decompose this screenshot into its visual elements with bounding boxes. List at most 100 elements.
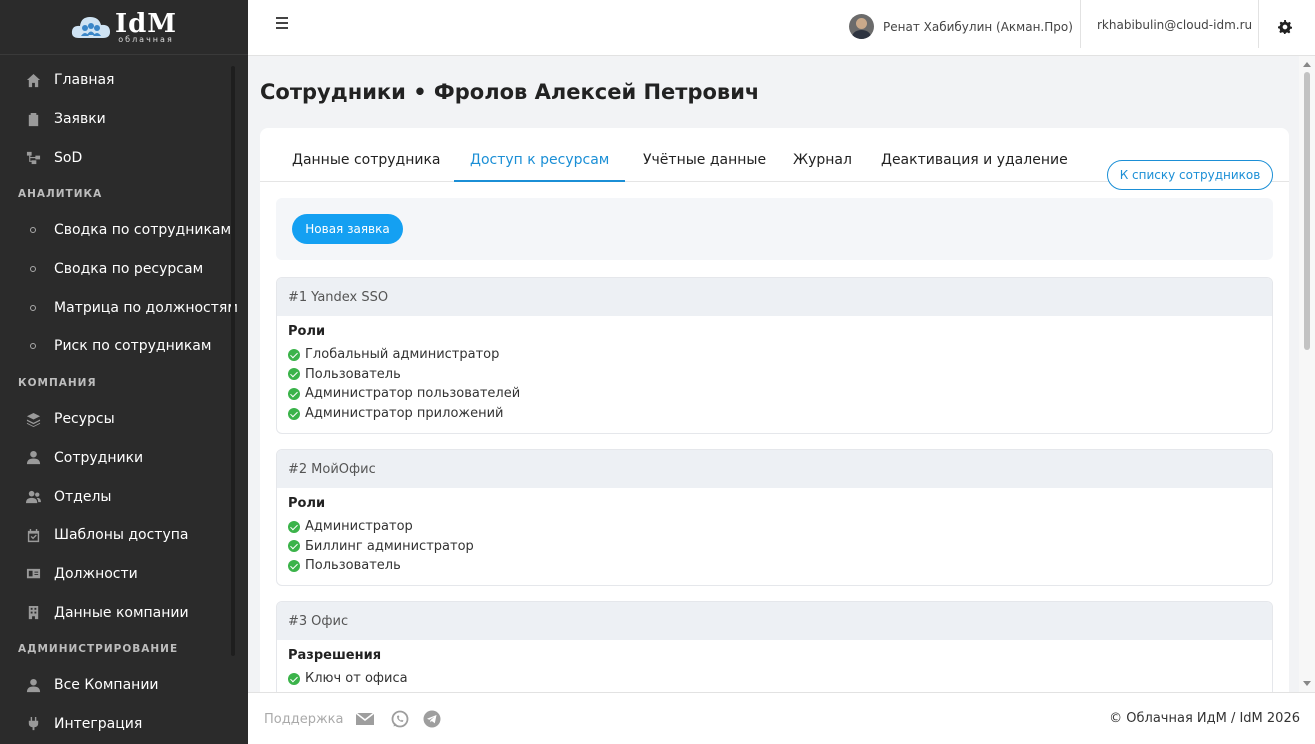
sidebar-item-employee-risk[interactable]: Риск по сотрудникам	[0, 327, 248, 366]
sidebar-item-positions[interactable]: Должности	[0, 555, 248, 594]
copyright: © Облачная ИдМ / IdM 2026	[1109, 711, 1300, 726]
telegram-icon[interactable]	[422, 710, 442, 728]
sidebar-item-employee-summary[interactable]: Сводка по сотрудникам	[0, 211, 248, 250]
role-item: Пользователь	[277, 556, 1272, 576]
role-label: Администратор приложений	[305, 406, 504, 422]
tab-resource-access[interactable]: Доступ к ресурсам	[454, 152, 626, 182]
sidebar-nav: Главная Заявки SoD АНАЛИТИКА Сводка по с…	[0, 55, 248, 743]
role-label: Биллинг администратор	[305, 538, 474, 554]
sidebar-scrollbar[interactable]	[231, 66, 235, 656]
page-scrollbar[interactable]	[1299, 56, 1315, 692]
clipboard-icon	[25, 111, 41, 127]
sidebar-item-label: Ресурсы	[54, 411, 115, 428]
resource-group-title: Роли	[288, 496, 326, 511]
resource-block: #3 Офис Разрешения Ключ от офиса	[276, 601, 1273, 692]
divider	[1080, 0, 1081, 48]
mail-icon[interactable]	[355, 710, 375, 728]
user-name: Ренат Хабибулин (Акман.Про)	[883, 19, 1073, 34]
page-title: Сотрудники • Фролов Алексей Петрович	[260, 80, 760, 104]
scroll-up-icon[interactable]	[1303, 62, 1311, 67]
whatsapp-icon[interactable]	[390, 710, 410, 728]
circle-bullet-icon	[25, 300, 41, 316]
scrollbar-thumb[interactable]	[1304, 72, 1310, 350]
main-content: Сотрудники • Фролов Алексей Петрович Дан…	[248, 56, 1299, 692]
circle-bullet-icon	[25, 338, 41, 354]
id-card-icon	[25, 566, 41, 582]
sidebar-item-requests[interactable]: Заявки	[0, 100, 248, 139]
tab-journal[interactable]: Журнал	[777, 152, 868, 182]
user-menu[interactable]: Ренат Хабибулин (Акман.Про)	[849, 14, 1073, 39]
sidebar-item-resource-summary[interactable]: Сводка по ресурсам	[0, 250, 248, 289]
users-icon	[25, 489, 41, 505]
logo-subtext: облачная	[118, 34, 174, 44]
home-icon	[25, 72, 41, 88]
resource-name: Yandex SSO	[311, 289, 389, 305]
check-circle-icon	[288, 520, 300, 533]
resource-name: МойОфис	[311, 461, 376, 477]
permission-label: Ключ от офиса	[305, 671, 408, 687]
role-label: Пользователь	[305, 366, 401, 382]
tabs: Данные сотрудника Доступ к ресурсам Учёт…	[260, 144, 1289, 190]
section-company: КОМПАНИЯ	[18, 376, 97, 389]
logo-text: IdM	[114, 8, 178, 39]
sidebar-item-integration[interactable]: Интеграция	[0, 705, 248, 744]
new-request-button[interactable]: Новая заявка	[292, 214, 403, 244]
resource-header[interactable]: #3 Офис	[277, 602, 1272, 640]
new-request-panel: Новая заявка	[276, 198, 1273, 260]
cloud-logo-icon	[71, 17, 110, 38]
scroll-down-icon[interactable]	[1303, 681, 1311, 686]
sidebar-item-employees[interactable]: Сотрудники	[0, 439, 248, 478]
sidebar-item-resources[interactable]: Ресурсы	[0, 400, 248, 439]
sidebar-item-company-data[interactable]: Данные компании	[0, 593, 248, 632]
user-email: rkhabibulin@cloud-idm.ru	[1097, 18, 1253, 32]
tab-employee-data[interactable]: Данные сотрудника	[276, 152, 457, 182]
sitemap-icon	[25, 150, 41, 166]
calendar-check-icon	[25, 527, 41, 543]
section-analytics: АНАЛИТИКА	[18, 188, 103, 201]
sidebar-item-label: Риск по сотрудникам	[54, 338, 212, 355]
sidebar-item-label: Все Компании	[54, 677, 159, 694]
sidebar-item-home[interactable]: Главная	[0, 61, 248, 100]
support-label: Поддержка	[264, 712, 344, 727]
role-label: Администратор пользователей	[305, 386, 521, 402]
divider	[1258, 0, 1259, 48]
sidebar-item-position-matrix[interactable]: Матрица по должностям	[0, 288, 248, 327]
check-circle-icon	[288, 348, 300, 361]
sidebar-item-label: Шаблоны доступа	[54, 527, 189, 544]
check-circle-icon	[288, 540, 300, 553]
check-circle-icon	[288, 368, 300, 381]
circle-bullet-icon	[25, 261, 41, 277]
back-to-list-button[interactable]: К списку сотрудников	[1107, 160, 1273, 190]
sidebar-item-label: Сводка по ресурсам	[54, 261, 204, 278]
gear-icon[interactable]	[1278, 20, 1292, 34]
sidebar-item-sod[interactable]: SoD	[0, 138, 248, 177]
resource-number: #1	[288, 289, 308, 305]
sidebar-item-access-templates[interactable]: Шаблоны доступа	[0, 516, 248, 555]
logo[interactable]: IdM облачная	[0, 0, 248, 55]
resource-number: #2	[288, 461, 308, 477]
sidebar-item-departments[interactable]: Отделы	[0, 477, 248, 516]
check-circle-icon	[288, 672, 300, 685]
sidebar-item-all-companies[interactable]: Все Компании	[0, 666, 248, 705]
permission-item: Ключ от офиса	[277, 669, 1272, 689]
role-item: Администратор пользователей	[277, 384, 1272, 404]
resource-block: #1 Yandex SSO Роли Глобальный администра…	[276, 277, 1273, 434]
resource-group-title: Разрешения	[288, 648, 382, 663]
role-item: Администратор приложений	[277, 404, 1272, 424]
role-item: Биллинг администратор	[277, 537, 1272, 557]
sidebar-item-label: Должности	[54, 565, 138, 582]
role-item: Администратор	[277, 517, 1272, 537]
menu-toggle-icon[interactable]	[276, 17, 288, 29]
section-administration: АДМИНИСТРИРОВАНИЕ	[18, 642, 179, 655]
check-circle-icon	[288, 387, 300, 400]
avatar	[849, 14, 874, 39]
sidebar-item-label: Сотрудники	[54, 449, 144, 466]
resource-header[interactable]: #1 Yandex SSO	[277, 278, 1272, 316]
resource-number: #3	[288, 613, 308, 629]
resource-header[interactable]: #2 МойОфис	[277, 450, 1272, 488]
tab-credentials[interactable]: Учётные данные	[627, 152, 782, 182]
tab-deactivation[interactable]: Деактивация и удаление	[865, 152, 1084, 182]
sidebar-item-label: Сводка по сотрудникам	[54, 222, 232, 239]
building-icon	[25, 605, 41, 621]
sidebar-item-label: Матрица по должностям	[54, 299, 238, 316]
